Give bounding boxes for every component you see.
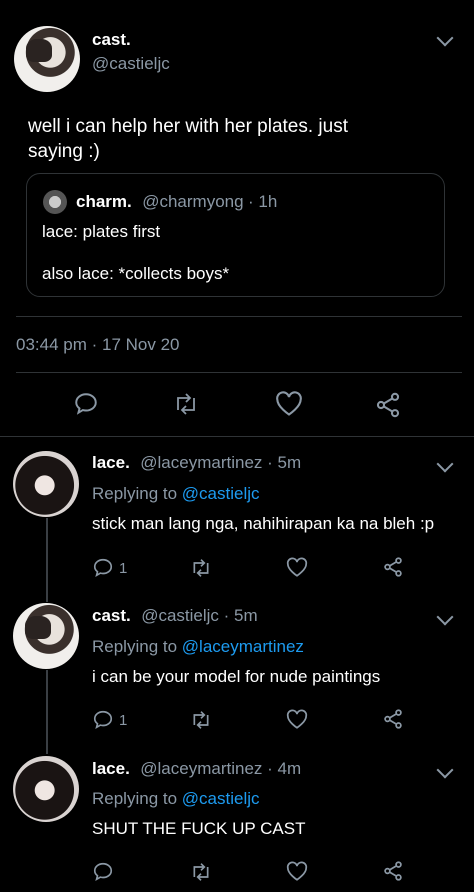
divider xyxy=(0,436,474,437)
divider xyxy=(16,372,462,373)
quote-author-handle: @charmyong xyxy=(142,192,244,211)
thread-line xyxy=(46,518,48,602)
author-name[interactable]: lace. xyxy=(92,453,130,472)
tweet-text: SHUT THE FUCK UP CAST xyxy=(92,819,306,838)
retweet-icon[interactable] xyxy=(172,392,200,416)
author-meta: @laceymartinez · 4m xyxy=(140,759,302,778)
replying-label: Replying to xyxy=(92,789,182,808)
retweet-icon[interactable] xyxy=(189,862,213,882)
avatar[interactable] xyxy=(13,603,79,669)
like-icon[interactable] xyxy=(275,391,303,417)
mention-link[interactable]: @laceymartinez xyxy=(182,637,304,656)
share-icon[interactable] xyxy=(382,860,404,882)
author-handle[interactable]: @castieljc xyxy=(92,54,170,74)
reply-icon[interactable] xyxy=(92,557,114,579)
retweet-icon[interactable] xyxy=(189,710,213,730)
quote-line-1: lace: plates first xyxy=(42,222,161,241)
author-name[interactable]: lace. xyxy=(92,759,130,778)
tweet-text: stick man lang nga, nahihirapan ka na bl… xyxy=(92,514,435,533)
replying-label: Replying to xyxy=(92,637,182,656)
replying-label: Replying to xyxy=(92,484,182,503)
share-icon[interactable] xyxy=(382,556,404,578)
quote-tweet[interactable]: charm. @charmyong · 1h lace: plates firs… xyxy=(26,173,445,297)
chevron-down-icon[interactable] xyxy=(436,29,454,47)
quote-avatar xyxy=(43,190,67,214)
avatar[interactable] xyxy=(14,26,80,92)
chevron-down-icon[interactable] xyxy=(436,761,454,779)
reply-icon[interactable] xyxy=(73,391,99,417)
share-icon[interactable] xyxy=(382,708,404,730)
like-icon[interactable] xyxy=(286,709,308,730)
like-icon[interactable] xyxy=(286,557,308,578)
avatar[interactable] xyxy=(13,451,79,517)
avatar[interactable] xyxy=(13,756,79,822)
author-name[interactable]: cast. xyxy=(92,606,131,625)
reply-icon[interactable] xyxy=(92,861,114,883)
mention-link[interactable]: @castieljc xyxy=(182,789,260,808)
author-name[interactable]: cast. xyxy=(92,30,131,50)
quote-time: · 1h xyxy=(248,192,278,211)
chevron-down-icon[interactable] xyxy=(436,455,454,473)
tweet-text: i can be your model for nude paintings xyxy=(92,667,381,686)
author-meta: @laceymartinez · 5m xyxy=(140,453,302,472)
mention-link[interactable]: @castieljc xyxy=(182,484,260,503)
reply-count: 1 xyxy=(119,560,128,577)
like-icon[interactable] xyxy=(286,861,308,882)
tweet-timestamp: 03:44 pm · 17 Nov 20 xyxy=(16,335,180,354)
reply-count: 1 xyxy=(119,712,128,729)
share-icon[interactable] xyxy=(374,391,402,419)
tweet-text: well i can help her with her plates. jus… xyxy=(28,116,348,162)
author-meta: @castieljc · 5m xyxy=(141,606,258,625)
divider xyxy=(16,316,462,317)
quote-line-2: also lace: *collects boys* xyxy=(42,264,230,283)
thread-line xyxy=(46,670,48,754)
chevron-down-icon[interactable] xyxy=(436,608,454,626)
reply-icon[interactable] xyxy=(92,709,114,731)
retweet-icon[interactable] xyxy=(189,558,213,578)
quote-author-name: charm. xyxy=(76,192,132,211)
